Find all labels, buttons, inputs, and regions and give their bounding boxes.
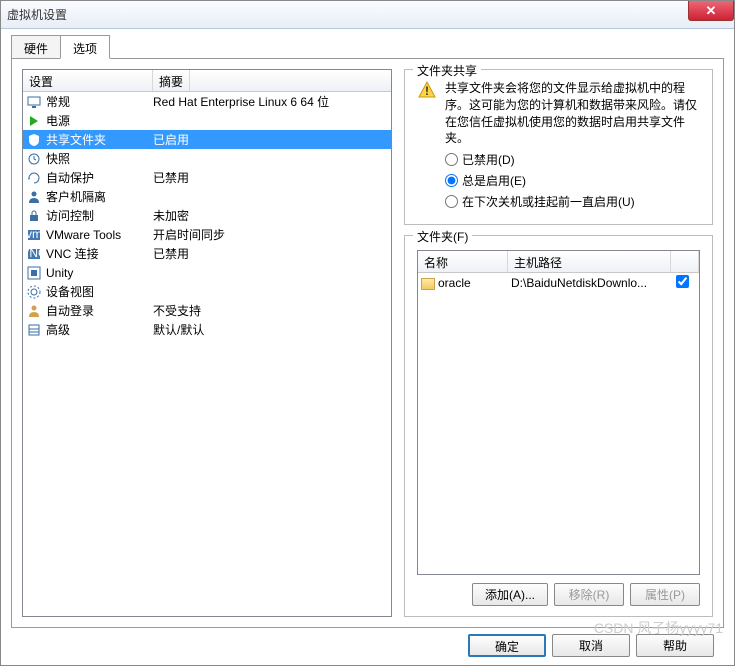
warning-icon: ! [417,80,437,147]
setting-label: 设备视图 [46,283,153,300]
svg-text:VNC: VNC [26,246,42,260]
setting-row-user[interactable]: 自动登录不受支持 [23,301,391,320]
svg-text:vm: vm [26,227,42,241]
unity-icon [26,265,42,281]
setting-row-power[interactable]: 电源 [23,111,391,130]
setting-label: 高级 [46,321,153,338]
setting-label: 共享文件夹 [46,131,153,148]
vnc-icon: VNC [26,246,42,262]
folder-row[interactable]: oracleD:\BaiduNetdiskDownlo... [418,273,699,293]
folder-sharing-group: 文件夹共享 ! 共享文件夹会将您的文件显示给虚拟机中的程序。这可能为您的计算机和… [404,69,713,225]
col-path: 主机路径 [508,251,671,272]
window-title: 虚拟机设置 [7,6,67,23]
power-icon [26,113,42,129]
setting-label: 自动登录 [46,302,153,319]
wrench-icon [26,322,42,338]
folders-list: 名称 主机路径 oracleD:\BaiduNetdiskDownlo... [417,250,700,575]
setting-summary: 未加密 [153,207,189,224]
setting-summary: 不受支持 [153,302,201,319]
setting-summary: 开启时间同步 [153,226,225,243]
properties-button[interactable]: 属性(P) [630,583,700,606]
radio-until-input[interactable] [445,195,458,208]
setting-summary: 已禁用 [153,245,189,262]
setting-label: 自动保护 [46,169,153,186]
remove-button[interactable]: 移除(R) [554,583,624,606]
folder-name: oracle [421,276,511,290]
setting-row-person[interactable]: 客户机隔离 [23,187,391,206]
setting-label: 访问控制 [46,207,153,224]
add-button[interactable]: 添加(A)... [472,583,548,606]
svg-text:!: ! [425,84,429,98]
gear-icon [26,284,42,300]
user-icon [26,303,42,319]
setting-label: 客户机隔离 [46,188,153,205]
setting-row-shield[interactable]: 共享文件夹已启用 [23,130,391,149]
setting-row-vm[interactable]: vm VMware Tools开启时间同步 [23,225,391,244]
monitor-icon [26,94,42,110]
person-icon [26,189,42,205]
setting-row-unity[interactable]: Unity [23,263,391,282]
setting-label: 电源 [46,112,153,129]
cycle-icon [26,170,42,186]
settings-list-header: 设置 摘要 [23,70,391,92]
setting-row-clock[interactable]: 快照 [23,149,391,168]
setting-label: 快照 [46,150,153,167]
col-summary: 摘要 [153,70,190,91]
radio-disabled-label: 已禁用(D) [462,151,515,168]
setting-label: VMware Tools [46,228,153,242]
tab-hardware[interactable]: 硬件 [11,35,61,59]
setting-row-monitor[interactable]: 常规Red Hat Enterprise Linux 6 64 位 [23,92,391,111]
radio-until-label: 在下次关机或挂起前一直启用(U) [462,193,635,210]
radio-always-input[interactable] [445,174,458,187]
folders-list-header: 名称 主机路径 [418,251,699,273]
setting-summary: 默认/默认 [153,321,204,338]
ok-button[interactable]: 确定 [468,634,546,657]
setting-row-lock[interactable]: 访问控制未加密 [23,206,391,225]
settings-list: 设置 摘要 常规Red Hat Enterprise Linux 6 64 位电… [22,69,392,617]
tabstrip: 硬件 选项 [11,35,724,59]
setting-row-cycle[interactable]: 自动保护已禁用 [23,168,391,187]
clock-icon [26,151,42,167]
setting-summary: 已启用 [153,131,189,148]
shield-icon [26,132,42,148]
help-button[interactable]: 帮助 [636,634,714,657]
folders-group: 文件夹(F) 名称 主机路径 oracleD:\BaiduNetdiskDown… [404,235,713,617]
radio-always[interactable]: 总是启用(E) [417,172,700,189]
setting-row-wrench[interactable]: 高级默认/默认 [23,320,391,339]
setting-summary: 已禁用 [153,169,189,186]
cancel-button[interactable]: 取消 [552,634,630,657]
col-setting: 设置 [23,70,153,91]
folder-enabled-checkbox[interactable] [676,275,689,288]
vm-icon: vm [26,227,42,243]
radio-always-label: 总是启用(E) [462,172,526,189]
radio-disabled[interactable]: 已禁用(D) [417,151,700,168]
folder-path: D:\BaiduNetdiskDownlo... [511,276,668,290]
setting-label: 常规 [46,93,153,110]
col-name: 名称 [418,251,508,272]
radio-disabled-input[interactable] [445,153,458,166]
lock-icon [26,208,42,224]
warning-text: 共享文件夹会将您的文件显示给虚拟机中的程序。这可能为您的计算机和数据带来风险。请… [445,80,700,147]
setting-label: Unity [46,266,153,280]
setting-summary: Red Hat Enterprise Linux 6 64 位 [153,93,329,110]
tab-options[interactable]: 选项 [60,35,110,59]
folders-title: 文件夹(F) [413,228,472,245]
setting-label: VNC 连接 [46,245,153,262]
close-button[interactable]: ✕ [688,1,734,21]
setting-row-vnc[interactable]: VNC VNC 连接已禁用 [23,244,391,263]
folder-sharing-title: 文件夹共享 [413,62,481,79]
folder-icon [421,278,435,290]
titlebar: 虚拟机设置 ✕ [1,1,734,29]
setting-row-gear[interactable]: 设备视图 [23,282,391,301]
radio-until[interactable]: 在下次关机或挂起前一直启用(U) [417,193,700,210]
